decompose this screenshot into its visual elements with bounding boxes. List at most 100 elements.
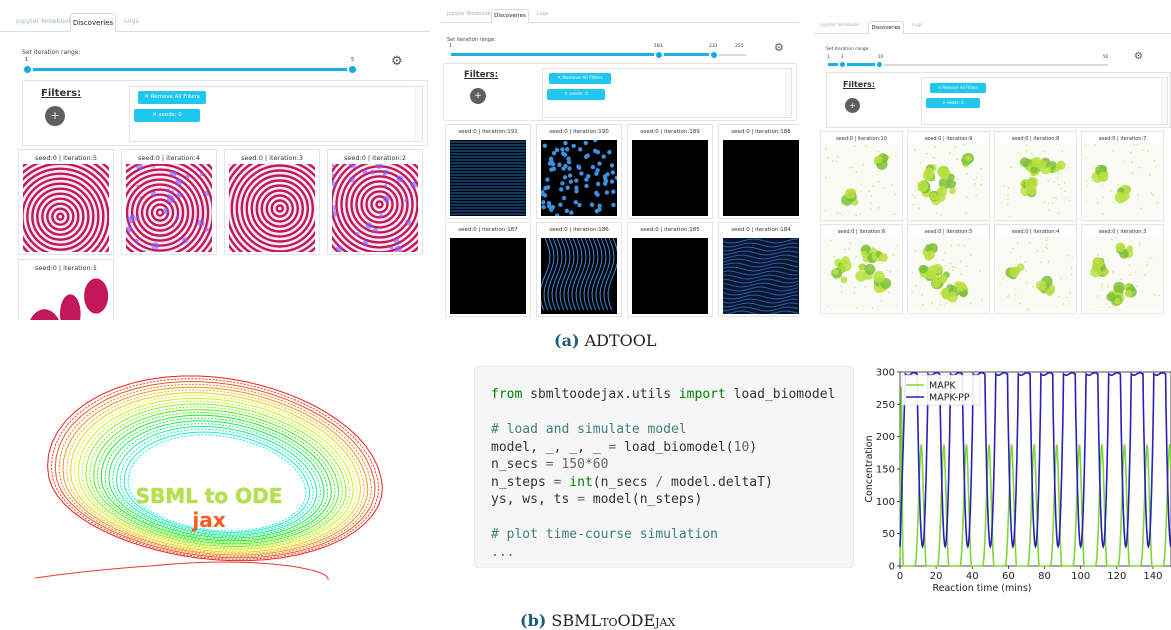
discovery-card-caption: seed:0 | iteration:8 — [1011, 136, 1060, 142]
discovery-thumbnail — [824, 237, 899, 311]
gear-icon[interactable]: ⚙ — [391, 55, 403, 68]
discovery-thumbnail — [911, 237, 986, 311]
range-slider-max-handle[interactable] — [875, 60, 884, 69]
discovery-card[interactable]: seed:0 | iteration:188 — [718, 124, 799, 219]
range-tick: 5 — [351, 57, 355, 63]
scrollbar[interactable] — [1161, 78, 1167, 124]
x-tick-label: 0 — [897, 571, 903, 582]
add-filter-button[interactable]: + — [45, 106, 65, 126]
tab-jupyter-notebook[interactable]: Jupyter Notebook — [16, 17, 73, 25]
discovery-card[interactable]: seed:0 | iteration:5 — [18, 149, 114, 255]
discovery-thumbnail — [1085, 237, 1160, 311]
discovery-card[interactable]: seed:0 | iteration:4 — [121, 149, 217, 255]
discovery-thumbnail — [541, 238, 617, 314]
discovery-card-caption: seed:0 | iteration:7 — [1098, 136, 1147, 142]
tab-bar: Jupyter Notebook Discoveries Logs — [0, 12, 430, 32]
discovery-card-caption: seed:0 | iteration:1 — [35, 264, 97, 272]
range-tick: 183 — [654, 44, 663, 49]
discovery-card[interactable]: seed:0 | iteration:9 — [907, 131, 990, 221]
range-slider-max-handle[interactable] — [709, 50, 719, 60]
filters-panel: Filters: + ✕ Remove All Filters ✕ seeds:… — [826, 72, 1171, 128]
discovery-thumbnail — [23, 164, 109, 252]
code-line: n_steps = int(n_secs / model.deltaT) — [491, 475, 773, 490]
discovery-thumbnail — [332, 164, 418, 252]
discovery-thumbnail — [1085, 144, 1160, 218]
code-token: int — [569, 474, 593, 490]
discovery-card[interactable]: seed:0 | iteration:184 — [718, 222, 799, 317]
seed-filter-chip[interactable]: ✕ seeds: 0 — [926, 98, 980, 108]
code-token: model.deltaT) — [663, 474, 773, 490]
discovery-card[interactable]: seed:0 | iteration:5 — [907, 224, 990, 314]
remove-all-filters-button[interactable]: ✕ Remove All Filters — [549, 73, 611, 84]
seed-filter-chip[interactable]: ✕ seeds: 0 — [547, 89, 605, 100]
caption-letter: (a) — [554, 331, 580, 350]
code-token: # plot time-course simulation — [491, 527, 718, 542]
seed-filter-chip[interactable]: ✕ seeds: 0 — [134, 109, 200, 122]
discovery-thumbnail — [126, 164, 212, 252]
range-slider-min-handle[interactable] — [654, 50, 664, 60]
range-slider-max-handle[interactable] — [347, 64, 358, 75]
gear-icon[interactable]: ⚙ — [1134, 52, 1143, 62]
logo-trajectory — [34, 561, 329, 581]
discovery-card[interactable]: seed:0 | iteration:8 — [994, 131, 1077, 221]
caption-letter: (b) — [520, 611, 547, 630]
discovery-card[interactable]: seed:0 | iteration:187 — [445, 222, 531, 317]
discovery-card-caption: seed:0 | iteration:3 — [1098, 229, 1147, 235]
gear-icon[interactable]: ⚙ — [774, 42, 784, 53]
legend-label: MAPK — [929, 381, 956, 392]
iteration-range-label: Set iteration range: — [447, 37, 496, 43]
code-token: ys, ws, ts — [491, 492, 578, 507]
caption-text-value: SBMLtoODEjax — [551, 611, 676, 630]
discovery-card[interactable]: seed:0 | iteration:185 — [627, 222, 713, 317]
range-tick: 255 — [735, 44, 744, 49]
discovery-card[interactable]: seed:0 | iteration:7 — [1081, 131, 1164, 221]
discovery-card[interactable]: seed:0 | iteration:1 — [18, 259, 114, 320]
discovery-card[interactable]: seed:0 | iteration:10 — [820, 131, 903, 221]
discovery-card[interactable]: seed:0 | iteration:186 — [536, 222, 622, 317]
tab-discoveries[interactable]: Discoveries — [868, 21, 904, 34]
discovery-card-caption: seed:0 | iteration:5 — [924, 229, 973, 235]
x-tick-label: 120 — [1107, 571, 1126, 582]
y-tick-label: 200 — [876, 432, 895, 443]
tab-logs[interactable]: Logs — [912, 23, 922, 28]
add-filter-button[interactable]: + — [470, 88, 486, 104]
code-line: # load and simulate model — [491, 422, 687, 437]
tab-jupyter-notebook[interactable]: Jupyter Notebook — [820, 23, 859, 28]
tab-logs[interactable]: Logs — [537, 11, 549, 17]
range-slider-track[interactable] — [27, 68, 353, 71]
tab-discoveries[interactable]: Discoveries — [70, 13, 116, 32]
discovery-card[interactable]: seed:0 | iteration:4 — [994, 224, 1077, 314]
discovery-card[interactable]: seed:0 | iteration:3 — [224, 149, 320, 255]
discovery-card-caption: seed:0 | iteration:4 — [1011, 229, 1060, 235]
tab-jupyter-notebook[interactable]: Jupyter Notebook — [447, 11, 490, 17]
remove-all-filters-button[interactable]: ✕ Remove All Filters — [930, 83, 986, 93]
discovery-card[interactable]: seed:0 | iteration:189 — [627, 124, 713, 219]
discovery-thumbnail — [450, 140, 526, 216]
tab-logs[interactable]: Logs — [124, 17, 139, 25]
range-tick: 10 — [878, 54, 884, 59]
figure-caption-b: (b) SBMLtoODEjax — [520, 611, 675, 630]
discovery-thumbnail — [998, 144, 1073, 218]
discovery-card[interactable]: seed:0 | iteration:191 — [445, 124, 531, 219]
discovery-card[interactable]: seed:0 | iteration:190 — [536, 124, 622, 219]
scrollbar[interactable] — [785, 69, 791, 117]
code-token: 60 — [592, 457, 609, 472]
discovery-card[interactable]: seed:0 | iteration:6 — [820, 224, 903, 314]
x-tick-label: 80 — [1038, 571, 1051, 582]
discovery-card[interactable]: seed:0 | iteration:2 — [327, 149, 423, 255]
code-line: ... — [491, 545, 514, 560]
range-slider-selection[interactable] — [451, 53, 714, 56]
filter-chips-area: ✕ Remove All Filters ✕ seeds: 0 — [129, 86, 423, 142]
discovery-card[interactable]: seed:0 | iteration:3 — [1081, 224, 1164, 314]
scrollbar[interactable] — [415, 87, 422, 141]
code-token: # load and simulate model — [491, 422, 687, 437]
range-slider-min-handle[interactable] — [22, 64, 33, 75]
tab-discoveries[interactable]: Discoveries — [491, 9, 529, 23]
x-tick-label: 60 — [1002, 571, 1015, 582]
range-slider-selection[interactable] — [828, 63, 880, 66]
discovery-thumbnail — [632, 238, 708, 314]
range-slider-min-handle[interactable] — [838, 60, 847, 69]
x-tick-label: 40 — [966, 571, 979, 582]
remove-all-filters-button[interactable]: ✕ Remove All Filters — [138, 91, 206, 104]
add-filter-button[interactable]: + — [845, 98, 860, 113]
